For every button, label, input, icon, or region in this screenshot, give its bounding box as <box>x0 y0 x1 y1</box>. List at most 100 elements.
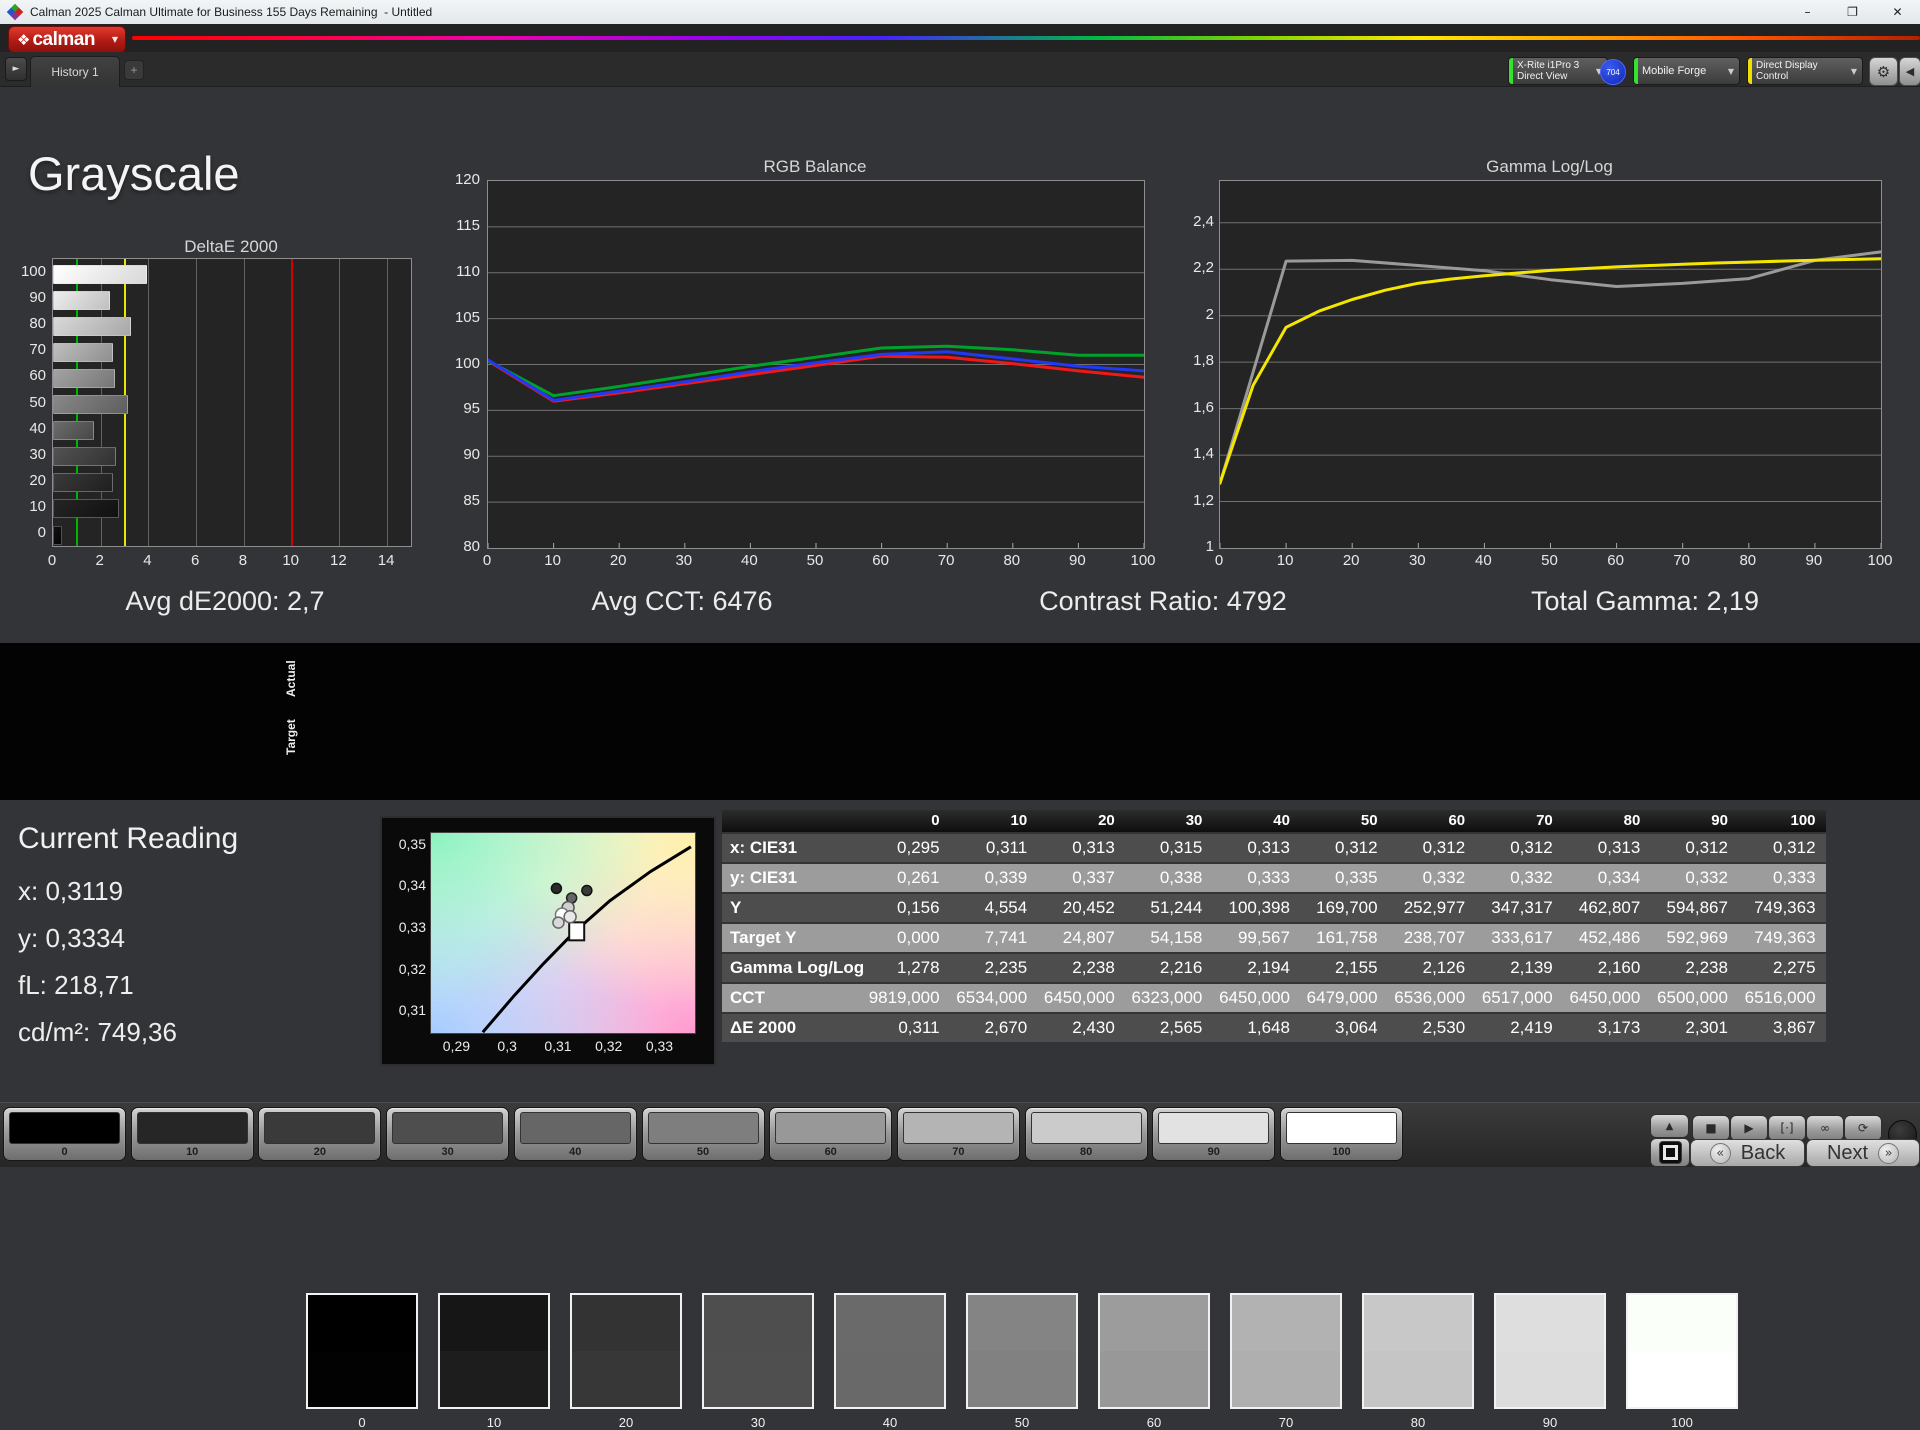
pattern-button-60[interactable]: 60 <box>769 1107 892 1161</box>
table-cell: 0,295 <box>862 834 950 862</box>
gridline <box>244 259 245 546</box>
rgb-plot-y-tick: 105 <box>438 309 480 326</box>
rgb-plot-x-tick: 90 <box>1061 552 1093 569</box>
g-plot-x-tick: 0 <box>1203 552 1235 569</box>
strip-swatch-label: 0 <box>306 1415 418 1430</box>
pattern-button-30[interactable]: 30 <box>386 1107 509 1161</box>
calman-menu-button[interactable]: ❖ calman ▼ <box>8 26 126 53</box>
rgb-plot-y-tick: 115 <box>438 217 480 234</box>
planckian-locus <box>483 847 691 1032</box>
swatch-actual <box>1232 1295 1340 1351</box>
swatch-actual <box>308 1295 416 1351</box>
pattern-swatch <box>1031 1112 1142 1144</box>
table-cell: 2,670 <box>950 1014 1038 1042</box>
pattern-source-label: Mobile Forge <box>1638 65 1710 77</box>
strip-swatch-label: 40 <box>834 1415 946 1430</box>
pattern-button-100[interactable]: 100 <box>1280 1107 1403 1161</box>
column-header: 90 <box>1650 810 1738 832</box>
pattern-source-dropdown[interactable]: Mobile Forge ▼ <box>1633 57 1740 85</box>
swatch-actual <box>1628 1295 1736 1351</box>
pattern-swatch <box>775 1112 886 1144</box>
next-button[interactable]: Next » <box>1806 1139 1920 1167</box>
deltae-tick-label: 60 <box>4 367 46 384</box>
strip-swatch-10 <box>438 1293 550 1409</box>
back-button[interactable]: « Back <box>1690 1139 1805 1167</box>
maximize-button[interactable]: ❐ <box>1830 0 1875 24</box>
deltae-bar-70 <box>53 343 113 362</box>
pattern-button-10[interactable]: 10 <box>131 1107 254 1161</box>
rgb-plot-x-tick: 70 <box>930 552 962 569</box>
table-cell: 54,158 <box>1125 924 1213 952</box>
swatch-target <box>836 1351 944 1407</box>
table-cell: 6534,000 <box>950 984 1038 1012</box>
green-series <box>488 346 1144 396</box>
new-history-button[interactable]: + <box>124 60 144 80</box>
deltae-tick-label: 10 <box>4 498 46 515</box>
minimize-button[interactable]: – <box>1785 0 1830 24</box>
table-cell: 6536,000 <box>1388 984 1476 1012</box>
swatch-target <box>1100 1351 1208 1407</box>
table-cell: 6450,000 <box>1563 984 1651 1012</box>
table-cell: 7,741 <box>950 924 1038 952</box>
logo-bar: ❖ calman ▼ <box>0 24 1920 52</box>
meter-count-badge[interactable]: 704 <box>1600 59 1626 85</box>
table-cell: 99,567 <box>1212 924 1300 952</box>
strip-swatch-label: 30 <box>702 1415 814 1430</box>
column-header: 70 <box>1475 810 1563 832</box>
rgb-plot-x-tick: 80 <box>996 552 1028 569</box>
table-cell: 2,216 <box>1125 954 1213 982</box>
display-control-dropdown[interactable]: Direct Display Control ▼ <box>1747 57 1863 85</box>
pattern-swatch <box>392 1112 503 1144</box>
pattern-button-50[interactable]: 50 <box>642 1107 765 1161</box>
table-cell: 2,430 <box>1037 1014 1125 1042</box>
row-label: Target Y <box>722 924 862 952</box>
pattern-button-0[interactable]: 0 <box>3 1107 126 1161</box>
rgb-plot-x-tick: 0 <box>471 552 503 569</box>
history-nav-button[interactable]: ► <box>5 57 27 81</box>
table-cell: 2,235 <box>950 954 1038 982</box>
continuous-button[interactable]: ∞ <box>1806 1115 1844 1141</box>
column-header: 30 <box>1125 810 1213 832</box>
next-button-label: Next <box>1827 1142 1868 1165</box>
table-cell: 4,554 <box>950 894 1038 922</box>
rgb-plot-y-tick: 85 <box>438 492 480 509</box>
pattern-button-90[interactable]: 90 <box>1152 1107 1275 1161</box>
pattern-label: 100 <box>1281 1146 1402 1158</box>
pattern-button-20[interactable]: 20 <box>258 1107 381 1161</box>
settings-gear-button[interactable]: ⚙ <box>1869 57 1898 86</box>
close-button[interactable]: ✕ <box>1875 0 1920 24</box>
table-cell: 9819,000 <box>862 984 950 1012</box>
table-row: y: CIE310,2610,3390,3370,3380,3330,3350,… <box>722 864 1826 892</box>
collapse-panel-button[interactable]: ◀ <box>1899 57 1920 86</box>
pattern-window-button[interactable] <box>1650 1138 1690 1167</box>
table-cell: 452,486 <box>1563 924 1651 952</box>
deltae-bar-10 <box>53 499 119 518</box>
measurement-point <box>551 883 561 893</box>
tab-history-1[interactable]: History 1 <box>30 56 120 87</box>
table-cell: 0,312 <box>1475 834 1563 862</box>
frame-button[interactable]: [·] <box>1768 1115 1806 1141</box>
loop-button[interactable]: ⟳ <box>1844 1115 1882 1141</box>
pattern-button-40[interactable]: 40 <box>514 1107 637 1161</box>
table-cell: 0,333 <box>1738 864 1826 892</box>
meter-dropdown[interactable]: X-Rite i1Pro 3 Direct View ▼ <box>1508 57 1608 85</box>
table-cell: 2,155 <box>1300 954 1388 982</box>
rgb-y-axis: 12011511010510095908580 <box>438 180 480 547</box>
pattern-swatch <box>648 1112 759 1144</box>
cie-y-tick: 0,34 <box>386 877 426 893</box>
pattern-button-70[interactable]: 70 <box>897 1107 1020 1161</box>
play-button[interactable]: ▶ <box>1730 1115 1768 1141</box>
table-cell: 2,160 <box>1563 954 1651 982</box>
chevron-down-icon: ▼ <box>112 35 118 44</box>
g-plot-y-tick: 2,4 <box>1168 213 1214 230</box>
table-cell: 20,452 <box>1037 894 1125 922</box>
g-plot-y-tick: 2,2 <box>1168 259 1214 276</box>
table-cell: 0,312 <box>1650 834 1738 862</box>
table-cell: 0,338 <box>1125 864 1213 892</box>
table-cell: 0,261 <box>862 864 950 892</box>
strip-swatch-label: 90 <box>1494 1415 1606 1430</box>
stop-button[interactable]: ■ <box>1692 1115 1730 1141</box>
column-header: 20 <box>1037 810 1125 832</box>
pattern-button-80[interactable]: 80 <box>1025 1107 1148 1161</box>
expand-up-button[interactable]: ▲ <box>1650 1114 1689 1138</box>
